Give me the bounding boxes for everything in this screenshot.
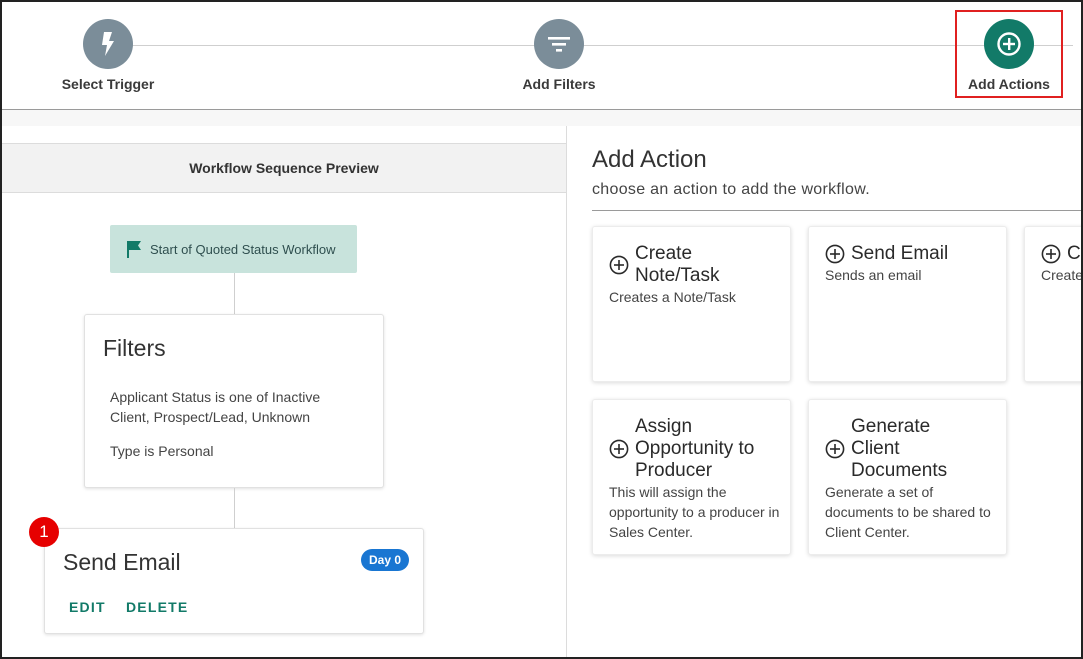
add-circle-icon [825, 244, 845, 264]
step-title: Send Email [63, 549, 181, 575]
action-card-send-email[interactable]: Send Email Sends an email [808, 226, 1007, 382]
active-step-highlight [955, 10, 1063, 98]
action-card-description: Generate a set of documents to be shared… [825, 484, 991, 540]
action-card-description: Sends an email [825, 267, 922, 283]
add-action-panel: Add Action choose an action to add the w… [568, 126, 1081, 657]
action-card-title: Send Email [851, 243, 949, 264]
add-circle-icon [609, 439, 629, 459]
action-card-description: Create [1041, 267, 1081, 283]
edit-button[interactable]: EDIT [69, 599, 106, 615]
action-card-title: Cr [1067, 243, 1081, 264]
filter-condition: Applicant Status is one of Inactive Clie… [110, 389, 321, 425]
action-card-description: Creates a Note/Task [609, 289, 736, 305]
preview-header: Workflow Sequence Preview [2, 143, 566, 193]
step-select-trigger[interactable]: Select Trigger [53, 19, 163, 92]
step-add-filters[interactable]: Add Filters [504, 19, 614, 92]
action-card-title: Assign Opportunity to Producer [635, 416, 755, 481]
divider [592, 210, 1081, 211]
start-node: Start of Quoted Status Workflow [110, 225, 357, 273]
add-circle-icon [609, 255, 629, 275]
action-card-create-note-task[interactable]: Create Note/Task Creates a Note/Task [592, 226, 791, 382]
step-number-badge: 1 [29, 517, 59, 547]
workflow-preview-panel: Workflow Sequence Preview Start of Quote… [2, 126, 567, 657]
action-card-title: Generate Client Documents [851, 416, 948, 481]
step-label: Add Filters [522, 76, 596, 92]
filters-card: Filters Applicant Status is one of Inact… [84, 314, 384, 488]
connector-line [234, 273, 235, 314]
app-frame: Select Trigger Add Filters Add Actions W… [0, 0, 1083, 659]
action-card-title: Create Note/Task [635, 243, 720, 286]
filter-icon [534, 19, 584, 69]
filter-condition: Type is Personal [110, 443, 214, 459]
add-circle-icon [825, 439, 845, 459]
add-action-title: Add Action [592, 146, 707, 173]
filters-title: Filters [103, 335, 166, 361]
action-card-generate-client-documents[interactable]: Generate Client Documents Generate a set… [808, 399, 1007, 555]
workflow-stepper: Select Trigger Add Filters Add Actions [2, 2, 1081, 110]
add-action-subtitle: choose an action to add the workflow. [592, 181, 870, 198]
send-email-step-card: Send Email Day 0 EDIT DELETE [44, 528, 424, 634]
action-card-description: This will assign the opportunity to a pr… [609, 484, 780, 540]
step-label: Select Trigger [61, 76, 155, 92]
section-spacer [2, 110, 1081, 126]
day-badge: Day 0 [361, 549, 410, 571]
delete-button[interactable]: DELETE [126, 599, 188, 615]
lightning-bolt-icon [83, 19, 133, 69]
flag-icon [126, 240, 142, 258]
add-circle-icon [1041, 244, 1061, 264]
start-node-label: Start of Quoted Status Workflow [150, 241, 336, 257]
connector-line [234, 488, 235, 528]
action-card-partial[interactable]: Cr Create [1024, 226, 1081, 382]
action-card-assign-opportunity[interactable]: Assign Opportunity to Producer This will… [592, 399, 791, 555]
